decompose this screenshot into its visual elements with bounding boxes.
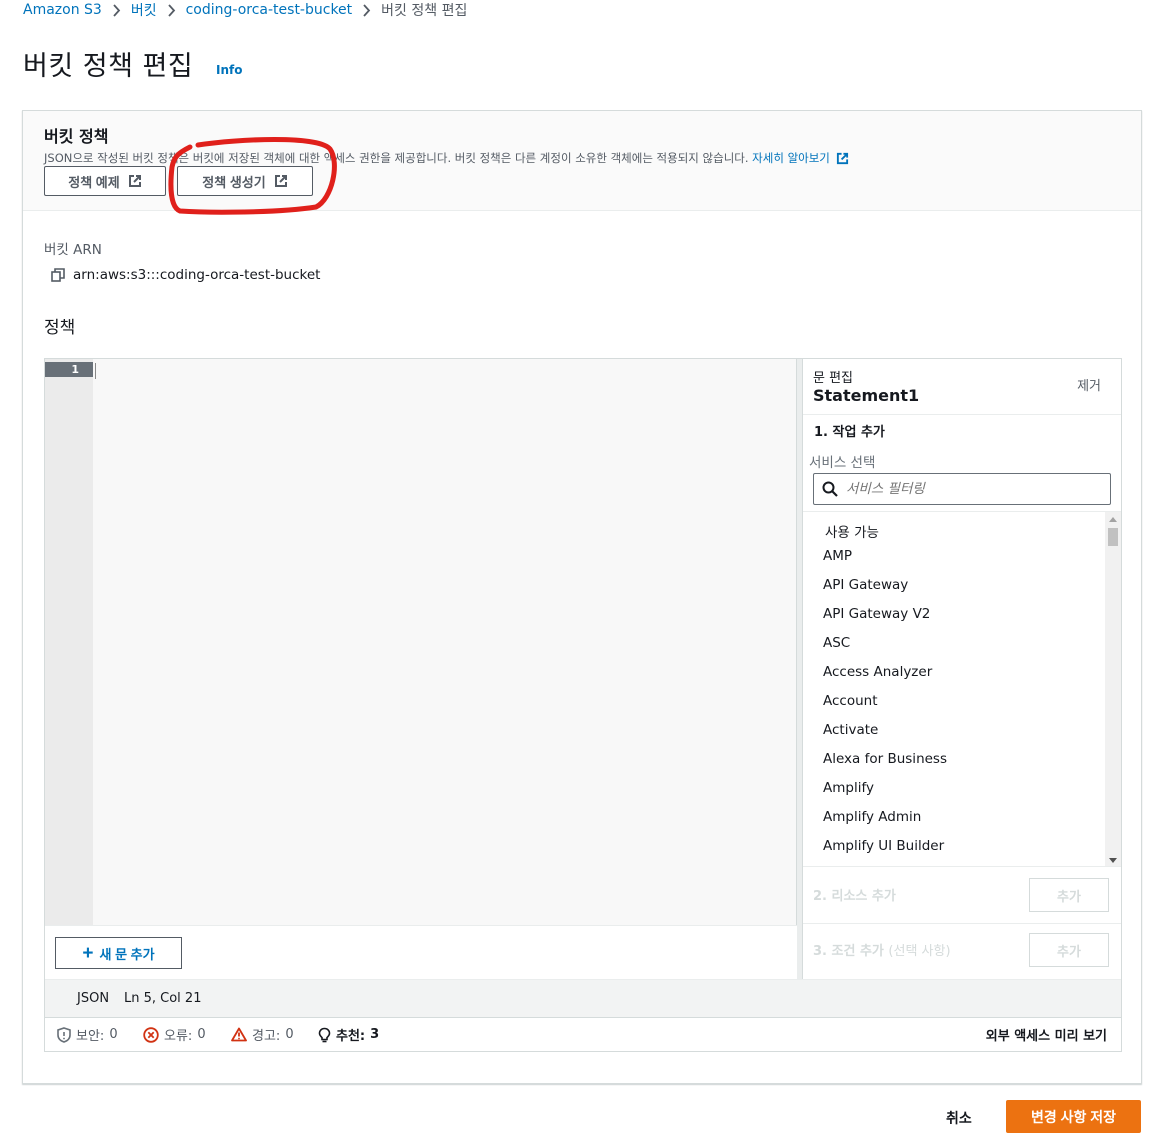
service-list-scrollbar[interactable] xyxy=(1105,512,1121,866)
cursor-position: Ln 5, Col 21 xyxy=(124,991,202,1006)
breadcrumb-buckets[interactable]: 버킷 xyxy=(131,0,157,20)
external-link-icon xyxy=(274,175,287,187)
learn-more-link[interactable]: 자세히 알아보기 xyxy=(752,150,849,166)
warning-findings[interactable]: 경고: 0 xyxy=(231,1025,294,1044)
service-filter-input[interactable] xyxy=(846,481,1096,497)
service-select-label: 서비스 선택 xyxy=(809,455,876,471)
service-item[interactable]: Activate xyxy=(823,722,878,738)
code-editor[interactable]: 1 + 새 문 추가 xyxy=(45,359,797,979)
text-cursor xyxy=(95,363,96,379)
optional-label: (선택 사항) xyxy=(888,944,951,959)
service-item[interactable]: AMP xyxy=(823,548,852,564)
add-statement-label: 새 문 추가 xyxy=(99,946,155,962)
scroll-down-icon[interactable] xyxy=(1109,858,1117,863)
service-item[interactable]: Alexa for Business xyxy=(823,751,947,767)
statement-subtitle: 문 편집 xyxy=(813,371,854,386)
step-add-actions: 1. 작업 추가 xyxy=(814,425,885,440)
policy-example-button[interactable]: 정책 예제 xyxy=(44,166,166,196)
policy-generator-button[interactable]: 정책 생성기 xyxy=(177,166,313,196)
step-add-conditions: 3. 조건 추가 (선택 사항) xyxy=(813,940,951,959)
page-title: 버킷 정책 편집 xyxy=(23,51,194,82)
security-label: 보안: xyxy=(76,1029,105,1044)
step-add-conditions-label: 3. 조건 추가 xyxy=(813,944,884,959)
add-resource-button[interactable]: 추가 xyxy=(1029,878,1109,912)
chevron-right-icon xyxy=(167,3,176,17)
policy-editor: 1 + 새 문 추가 문 편집 Statement1 제거 1. 작업 추가 서… xyxy=(44,358,1122,1052)
shield-icon xyxy=(57,1026,71,1043)
security-findings[interactable]: 보안: 0 xyxy=(57,1025,118,1044)
scroll-up-icon[interactable] xyxy=(1109,517,1117,522)
service-filter[interactable] xyxy=(813,473,1111,505)
divider xyxy=(803,923,1121,924)
chevron-right-icon xyxy=(362,3,371,17)
statement-header: 문 편집 Statement1 제거 xyxy=(803,359,1121,415)
language-indicator: JSON xyxy=(77,991,110,1006)
security-count: 0 xyxy=(109,1027,118,1042)
external-link-icon xyxy=(836,152,848,164)
line-gutter: 1 xyxy=(45,359,93,925)
error-icon xyxy=(143,1026,159,1043)
remove-statement-button[interactable]: 제거 xyxy=(1077,375,1101,394)
warnings-label: 경고: xyxy=(252,1029,281,1044)
suggestion-findings[interactable]: 추천: 3 xyxy=(318,1025,379,1044)
service-item[interactable]: Amplify xyxy=(823,780,874,796)
service-item[interactable]: Account xyxy=(823,693,878,709)
service-item[interactable]: Amplify UI Builder xyxy=(823,838,944,854)
statement-editor-panel: 문 편집 Statement1 제거 1. 작업 추가 서비스 선택 사용 가능… xyxy=(803,359,1121,979)
suggestions-label: 추천: xyxy=(336,1029,366,1044)
breadcrumb-bucket-name[interactable]: coding-orca-test-bucket xyxy=(186,2,353,18)
service-item[interactable]: Access Analyzer xyxy=(823,664,932,680)
suggestions-count: 3 xyxy=(370,1027,380,1042)
errors-count: 0 xyxy=(197,1027,206,1042)
bucket-policy-panel: 버킷 정책 JSON으로 작성된 버킷 정책은 버킷에 저장된 객체에 대한 액… xyxy=(22,110,1142,1084)
statement-title: Statement1 xyxy=(813,386,920,405)
bucket-arn-row: arn:aws:s3:::coding-orca-test-bucket xyxy=(51,267,320,283)
copy-icon[interactable] xyxy=(51,268,65,282)
add-statement-button[interactable]: + 새 문 추가 xyxy=(55,937,182,969)
service-list: 사용 가능 AMP API Gateway API Gateway V2 ASC… xyxy=(803,511,1121,867)
bucket-arn-label: 버킷 ARN xyxy=(44,242,102,258)
panel-header: 버킷 정책 JSON으로 작성된 버킷 정책은 버킷에 저장된 객체에 대한 액… xyxy=(23,111,1141,211)
bucket-arn-value: arn:aws:s3:::coding-orca-test-bucket xyxy=(73,267,321,283)
breadcrumb-current: 버킷 정책 편집 xyxy=(381,3,468,19)
add-statement-area: + 새 문 추가 xyxy=(45,925,797,979)
step-add-resources: 2. 리소스 추가 xyxy=(813,889,896,904)
info-link[interactable]: Info xyxy=(216,63,242,77)
add-condition-button[interactable]: 추가 xyxy=(1029,933,1109,967)
service-item[interactable]: API Gateway xyxy=(823,577,908,593)
panel-title: 버킷 정책 xyxy=(44,127,109,146)
lightbulb-icon xyxy=(318,1027,331,1042)
service-item[interactable]: Amplify Admin xyxy=(823,809,921,825)
line-number: 1 xyxy=(45,362,93,377)
service-item[interactable]: API Gateway V2 xyxy=(823,606,930,622)
chevron-right-icon xyxy=(112,3,121,17)
policy-label: 정책 xyxy=(44,318,76,338)
policy-generator-label: 정책 생성기 xyxy=(202,174,266,190)
external-link-icon xyxy=(128,175,141,187)
errors-label: 오류: xyxy=(164,1029,193,1044)
save-changes-button[interactable]: 변경 사항 저장 xyxy=(1006,1100,1141,1133)
warnings-count: 0 xyxy=(285,1027,294,1042)
breadcrumb-amazon-s3[interactable]: Amazon S3 xyxy=(23,2,102,18)
editor-status-bar: JSON Ln 5, Col 21 xyxy=(45,979,1121,1017)
panel-description: JSON으로 작성된 버킷 정책은 버킷에 저장된 객체에 대한 액세스 권한을… xyxy=(44,150,849,166)
preview-external-access-button[interactable]: 외부 액세스 미리 보기 xyxy=(986,1025,1107,1044)
service-list-heading: 사용 가능 xyxy=(825,525,879,541)
error-findings[interactable]: 오류: 0 xyxy=(143,1025,206,1044)
learn-more-label: 자세히 알아보기 xyxy=(752,151,830,165)
plus-icon: + xyxy=(82,942,94,964)
search-icon xyxy=(822,481,838,497)
validation-bar: 보안: 0 오류: 0 경고: 0 추천: 3 외부 액세스 미리 보기 xyxy=(45,1017,1121,1051)
cancel-button[interactable]: 취소 xyxy=(946,1108,972,1128)
service-item[interactable]: ASC xyxy=(823,635,850,651)
panel-description-text: JSON으로 작성된 버킷 정책은 버킷에 저장된 객체에 대한 액세스 권한을… xyxy=(44,151,749,165)
scroll-thumb[interactable] xyxy=(1108,528,1118,546)
policy-example-label: 정책 예제 xyxy=(68,174,120,190)
warning-icon xyxy=(231,1027,247,1042)
breadcrumb: Amazon S3 버킷 coding-orca-test-bucket 버킷 … xyxy=(23,1,467,19)
